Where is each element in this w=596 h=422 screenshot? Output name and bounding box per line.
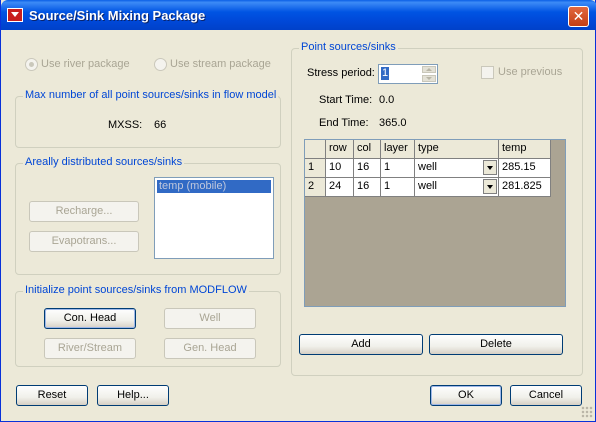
table-cell-row[interactable]: 10 [326,159,354,178]
initialize-legend: Initialize point sources/sinks from MODF… [23,284,249,296]
point-group: Point sources/sinks Stress period: 1 Use… [291,41,583,376]
mxss-label: MXSS: [108,119,143,131]
river-stream-button[interactable]: River/Stream [44,338,136,359]
dialog-window: Source/Sink Mixing Package ✕ Use river p… [0,0,596,422]
mxss-value: 66 [154,119,167,131]
gen-head-button[interactable]: Gen. Head [164,338,256,359]
point-legend: Point sources/sinks [299,41,398,53]
row-header[interactable]: 2 [305,178,326,197]
table-cell-col[interactable]: 16 [354,159,381,178]
areal-legend: Areally distributed sources/sinks [23,156,185,168]
close-button[interactable]: ✕ [568,6,589,27]
table-cell-row[interactable]: 24 [326,178,354,197]
type-value: well [418,180,437,192]
table-corner [305,140,326,159]
evapotrans-button[interactable]: Evapotrans... [29,231,139,252]
max-number-group: Max number of all point sources/sinks in… [15,89,281,148]
resize-grip-icon[interactable] [581,406,593,418]
column-header-type[interactable]: type [415,140,499,159]
add-button[interactable]: Add [299,334,423,355]
con-head-button[interactable]: Con. Head [44,308,136,329]
list-item-temp[interactable]: temp (mobile) [157,180,271,193]
use-previous-checkbox[interactable] [481,66,494,79]
species-list[interactable]: temp (mobile) [154,177,274,259]
delete-button[interactable]: Delete [429,334,563,355]
start-time-value: 0.0 [379,94,395,106]
table-cell-type[interactable]: well [415,159,499,178]
ok-button[interactable]: OK [430,385,502,406]
river-package-label: Use river package [41,58,130,70]
chevron-down-icon[interactable] [483,160,497,175]
stepper-down-icon[interactable] [422,75,436,82]
stream-package-label: Use stream package [170,58,271,70]
app-icon [7,8,23,22]
column-header-row[interactable]: row [326,140,354,159]
table-cell-temp[interactable]: 281.825 [499,178,551,197]
stream-package-radio[interactable] [154,58,167,71]
areal-group: Areally distributed sources/sinks Rechar… [15,156,281,275]
window-title: Source/Sink Mixing Package [29,8,206,23]
stepper-buttons [422,66,436,82]
stress-period-value: 1 [381,67,390,80]
stress-period-stepper[interactable]: 1 [378,64,438,84]
end-time-value: 365.0 [379,117,407,129]
column-header-col[interactable]: col [354,140,381,159]
river-package-radio[interactable] [25,58,38,71]
well-button[interactable]: Well [164,308,256,329]
initialize-group: Initialize point sources/sinks from MODF… [15,284,281,367]
table-cell-layer[interactable]: 1 [381,159,415,178]
cancel-button[interactable]: Cancel [510,385,582,406]
table-cell-layer[interactable]: 1 [381,178,415,197]
row-header[interactable]: 1 [305,159,326,178]
start-time-label: Start Time: [319,94,373,106]
table-cell-temp[interactable]: 285.15 [499,159,551,178]
column-header-temp[interactable]: temp [499,140,551,159]
table-cell-col[interactable]: 16 [354,178,381,197]
use-previous-label: Use previous [498,66,563,78]
end-time-label: End Time: [319,117,369,129]
point-table[interactable]: row col layer type temp 1 10 16 1 well 2… [304,139,566,307]
stepper-up-icon[interactable] [422,66,436,73]
column-header-layer[interactable]: layer [381,140,415,159]
table-cell-type[interactable]: well [415,178,499,197]
recharge-button[interactable]: Recharge... [29,201,139,222]
chevron-down-icon[interactable] [483,179,497,194]
help-button[interactable]: Help... [97,385,169,406]
max-number-legend: Max number of all point sources/sinks in… [23,89,279,101]
reset-button[interactable]: Reset [16,385,88,406]
type-value: well [418,161,437,173]
title-bar[interactable]: Source/Sink Mixing Package ✕ [1,0,596,30]
stress-period-label: Stress period: [307,67,375,79]
